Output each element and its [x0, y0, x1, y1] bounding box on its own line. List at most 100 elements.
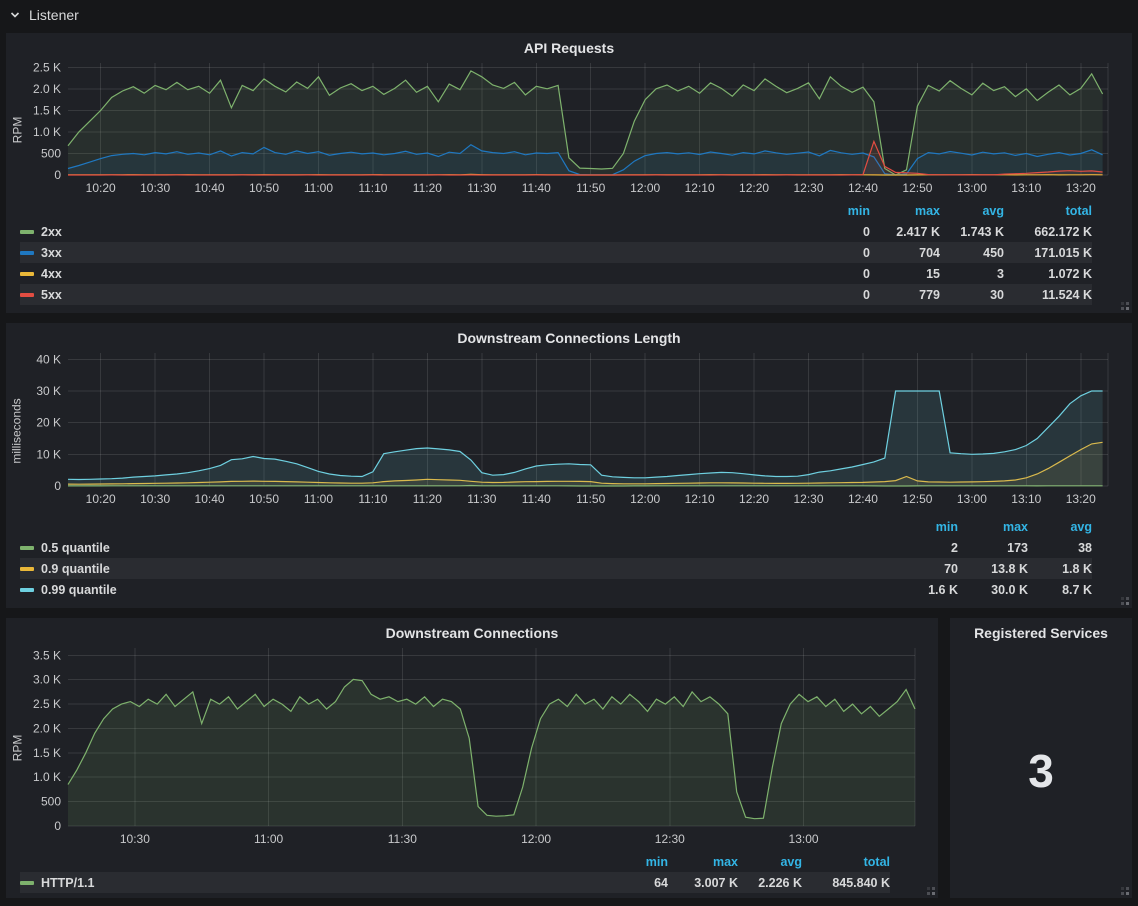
legend-column-header-max[interactable]: max [668, 855, 738, 869]
legend-value-min: 70 [888, 562, 958, 576]
legend-column-header-min[interactable]: min [598, 855, 668, 869]
y-tick-label: 3.0 K [33, 673, 61, 687]
downstream-connections-chart[interactable]: 05001.0 K1.5 K2.0 K2.5 K3.0 K3.5 K10:301… [24, 644, 936, 852]
panel-downstream-connections: Downstream Connections RPM 05001.0 K1.5 … [6, 618, 938, 898]
y-tick-label: 30 K [36, 384, 61, 398]
legend-row-4xx[interactable]: 4xx01531.072 K [20, 263, 1092, 284]
legend-swatch [20, 251, 34, 255]
legend-value-avg: 450 [940, 246, 1004, 260]
legend-swatch [20, 881, 34, 885]
x-tick-label: 10:50 [249, 492, 279, 506]
x-tick-label: 11:50 [576, 492, 605, 506]
y-tick-label: 1.5 K [33, 746, 61, 760]
x-tick-label: 11:30 [388, 832, 417, 846]
legend-header-row: minmaxavgtotal [20, 852, 890, 872]
legend-downstream-connections-length: minmaxavg0.5 quantile2173380.9 quantile7… [6, 517, 1132, 600]
row-title: Listener [29, 7, 79, 23]
x-tick-label: 12:20 [739, 492, 769, 506]
panel-resize-handle[interactable] [1120, 301, 1130, 311]
x-tick-label: 11:50 [576, 181, 605, 195]
y-tick-label: 0 [54, 479, 61, 493]
legend-series-5xx[interactable]: 5xx [20, 288, 800, 302]
x-tick-label: 12:00 [630, 181, 660, 195]
legend-series-HTTP/1.1[interactable]: HTTP/1.1 [20, 876, 598, 890]
x-tick-label: 12:40 [848, 181, 878, 195]
legend-value-total: 11.524 K [1004, 288, 1092, 302]
legend-column-header-avg[interactable]: avg [738, 855, 802, 869]
legend-value-min: 0 [800, 267, 870, 281]
x-tick-label: 13:20 [1066, 181, 1096, 195]
x-tick-label: 12:20 [739, 181, 769, 195]
stat-wrap: 3 [950, 644, 1132, 898]
x-tick-label: 11:10 [358, 492, 387, 506]
legend-column-header-min[interactable]: min [888, 520, 958, 534]
legend-swatch [20, 546, 34, 550]
y-axis-title: RPM [10, 59, 24, 201]
legend-value-avg: 3 [940, 267, 1004, 281]
downstream-connections-length-chart[interactable]: 010 K20 K30 K40 K10:2010:3010:4010:5011:… [24, 349, 1130, 512]
x-tick-label: 13:00 [957, 492, 987, 506]
y-tick-label: 0 [54, 168, 61, 182]
legend-value-max: 13.8 K [958, 562, 1028, 576]
row-header-listener[interactable]: Listener [0, 0, 1138, 30]
panel-title[interactable]: Downstream Connections [6, 622, 938, 644]
legend-column-header-max[interactable]: max [870, 204, 940, 218]
chart-region: RPM 05001.0 K1.5 K2.0 K2.5 K10:2010:3010… [10, 59, 1132, 201]
legend-row-2xx[interactable]: 2xx02.417 K1.743 K662.172 K [20, 221, 1092, 242]
panel-title[interactable]: Registered Services [950, 622, 1132, 644]
x-tick-label: 12:40 [848, 492, 878, 506]
x-tick-label: 12:00 [521, 832, 551, 846]
legend-column-header-total[interactable]: total [802, 855, 890, 869]
x-tick-label: 13:00 [789, 832, 819, 846]
legend-row-HTTP/1.1[interactable]: HTTP/1.1643.007 K2.226 K845.840 K [20, 872, 890, 893]
x-tick-label: 13:10 [1011, 181, 1041, 195]
panel-title[interactable]: API Requests [6, 37, 1132, 59]
legend-column-header-avg[interactable]: avg [940, 204, 1004, 218]
x-tick-label: 11:30 [467, 181, 496, 195]
legend-value-max: 15 [870, 267, 940, 281]
legend-column-header-min[interactable]: min [800, 204, 870, 218]
x-tick-label: 10:30 [120, 832, 150, 846]
legend-downstream-connections: minmaxavgtotalHTTP/1.1643.007 K2.226 K84… [6, 852, 938, 893]
x-tick-label: 11:10 [358, 181, 387, 195]
legend-swatch [20, 293, 34, 297]
legend-series-3xx[interactable]: 3xx [20, 246, 800, 260]
legend-value-total: 171.015 K [1004, 246, 1092, 260]
x-tick-label: 11:20 [413, 492, 442, 506]
legend-column-header-max[interactable]: max [958, 520, 1028, 534]
x-tick-label: 12:00 [630, 492, 660, 506]
legend-row-0.99 quantile[interactable]: 0.99 quantile1.6 K30.0 K8.7 K [20, 579, 1092, 600]
panel-resize-handle[interactable] [1120, 596, 1130, 606]
x-tick-label: 12:30 [655, 832, 685, 846]
legend-series-0.9 quantile[interactable]: 0.9 quantile [20, 562, 888, 576]
panel-title[interactable]: Downstream Connections Length [6, 327, 1132, 349]
legend-column-header-avg[interactable]: avg [1028, 520, 1092, 534]
legend-api-requests: minmaxavgtotal 2xx02.417 K1.743 K662.172 … [6, 201, 1132, 305]
legend-swatch [20, 588, 34, 592]
legend-row-5xx[interactable]: 5xx07793011.524 K [20, 284, 1092, 305]
chart-region: RPM 05001.0 K1.5 K2.0 K2.5 K3.0 K3.5 K10… [10, 644, 938, 852]
legend-value-min: 0 [800, 288, 870, 302]
y-tick-label: 40 K [36, 352, 61, 366]
panel-resize-handle[interactable] [926, 886, 936, 896]
x-tick-label: 12:30 [794, 181, 824, 195]
x-tick-label: 10:40 [195, 492, 225, 506]
legend-row-3xx[interactable]: 3xx0704450171.015 K [20, 242, 1092, 263]
y-tick-label: 2.0 K [33, 721, 61, 735]
legend-value-max: 30.0 K [958, 583, 1028, 597]
x-tick-label: 10:40 [195, 181, 225, 195]
legend-series-4xx[interactable]: 4xx [20, 267, 800, 281]
api-requests-chart[interactable]: 05001.0 K1.5 K2.0 K2.5 K10:2010:3010:401… [24, 59, 1130, 201]
legend-row-0.9 quantile[interactable]: 0.9 quantile7013.8 K1.8 K [20, 558, 1092, 579]
y-tick-label: 3.5 K [33, 648, 61, 662]
panel-resize-handle[interactable] [1120, 886, 1130, 896]
legend-column-header-total[interactable]: total [1004, 204, 1092, 218]
legend-value-min: 1.6 K [888, 583, 958, 597]
y-tick-label: 2.5 K [33, 60, 61, 74]
legend-series-0.99 quantile[interactable]: 0.99 quantile [20, 583, 888, 597]
legend-series-2xx[interactable]: 2xx [20, 225, 800, 239]
x-tick-label: 11:30 [467, 492, 496, 506]
legend-series-0.5 quantile[interactable]: 0.5 quantile [20, 541, 888, 555]
legend-row-0.5 quantile[interactable]: 0.5 quantile217338 [20, 537, 1092, 558]
legend-value-max: 3.007 K [668, 876, 738, 890]
